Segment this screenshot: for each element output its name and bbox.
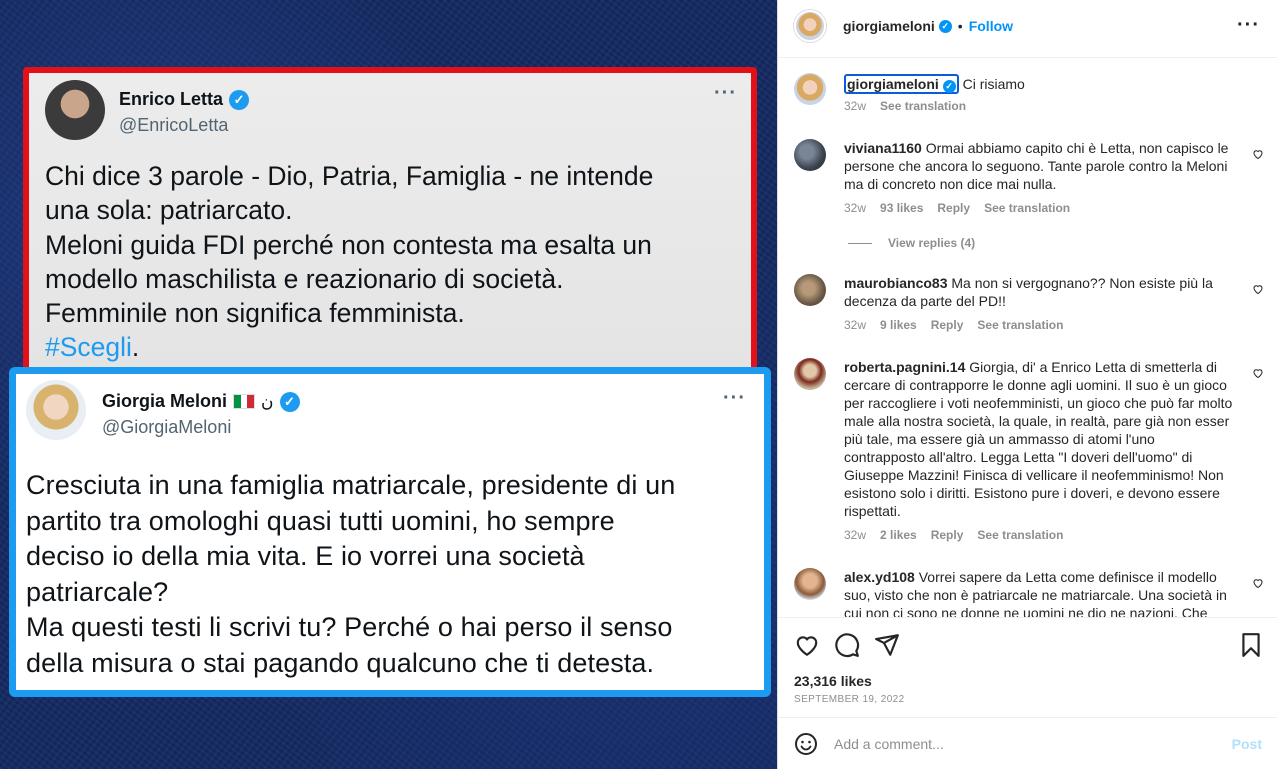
letta-avatar — [45, 80, 105, 140]
author-username[interactable]: giorgiameloni — [843, 18, 935, 34]
more-options-icon: ··· — [723, 387, 746, 409]
comment-item: viviana1160 Ormai abbiamo capito chi è L… — [778, 139, 1277, 250]
like-comment-heart-icon[interactable] — [1252, 148, 1264, 160]
see-translation-link[interactable]: See translation — [984, 201, 1070, 215]
separator-dot: • — [957, 18, 963, 34]
tweet-line: Meloni guida FDI perché non contesta ma … — [45, 229, 652, 260]
view-replies-button[interactable]: View replies (4) — [848, 236, 975, 250]
post-image: Enrico Letta ✓ @EnricoLetta ··· Chi dice… — [0, 0, 777, 769]
comment-text: roberta.pagnini.14 Giorgia, di' a Enrico… — [844, 359, 1233, 519]
commenter-avatar[interactable] — [794, 274, 826, 306]
verified-badge-icon: ✓ — [938, 19, 952, 33]
save-bookmark-icon[interactable] — [1238, 632, 1264, 658]
verified-badge-icon: ✓ — [279, 391, 300, 412]
comment-likes[interactable]: 93 likes — [880, 201, 923, 215]
emoji-icon[interactable] — [794, 732, 818, 756]
tweet-body: Cresciuta in una famiglia matriarcale, p… — [26, 468, 766, 681]
tweet-line: Chi dice 3 parole - Dio, Patria, Famigli… — [45, 161, 654, 191]
comment-meta: 32w 2 likes Reply See translation — [844, 528, 1063, 542]
tweet-author-handle: @GiorgiaMeloni — [102, 417, 232, 437]
see-translation-link[interactable]: See translation — [977, 528, 1063, 542]
like-comment-heart-icon[interactable] — [1252, 577, 1264, 589]
tweet-letta: Enrico Letta ✓ @EnricoLetta ··· Chi dice… — [23, 67, 757, 385]
tweet-line: partito tra omologhi quasi tutti uomini,… — [26, 505, 615, 536]
tweet-line: patriarcale? — [26, 576, 169, 607]
replies-line — [848, 242, 872, 244]
comment-text: alex.yd108 Vorrei sapere da Letta come d… — [844, 569, 1227, 617]
tweet-line: modello maschilista e reazionario di soc… — [45, 263, 564, 294]
comment-item: roberta.pagnini.14 Giorgia, di' a Enrico… — [778, 358, 1277, 548]
share-paper-plane-icon[interactable] — [874, 632, 900, 658]
commenter-avatar[interactable] — [794, 568, 826, 600]
comment-text: maurobianco83 Ma non si vergognano?? Non… — [844, 275, 1213, 309]
post-date: SEPTEMBER 19, 2022 — [794, 694, 905, 705]
post-sidebar: giorgiameloni ✓ • Follow ··· giorgiamelo… — [777, 0, 1277, 769]
comment-username[interactable]: maurobianco83 — [844, 275, 947, 291]
tweet-line: Ma questi testi li scrivi tu? Perché o h… — [26, 612, 673, 642]
tweet-line: deciso io della mia vita. E io vorrei un… — [26, 541, 585, 571]
likes-count[interactable]: 23,316 likes — [794, 673, 872, 689]
commenter-avatar[interactable] — [794, 139, 826, 171]
reply-button[interactable]: Reply — [931, 528, 964, 542]
comment-input[interactable] — [834, 732, 1204, 756]
hashtag: #Scegli — [45, 332, 132, 363]
caption: giorgiameloni ✓ Ci risiamo 32w See trans… — [778, 73, 1277, 133]
comment-item: alex.yd108 Vorrei sapere da Letta come d… — [778, 568, 1277, 617]
comment-text: viviana1160 Ormai abbiamo capito chi è L… — [844, 140, 1229, 192]
comment-time[interactable]: 32w — [844, 528, 866, 542]
comment-likes[interactable]: 9 likes — [880, 318, 917, 332]
tweet-line: una sola: patriarcato. — [45, 195, 293, 226]
more-options-icon[interactable]: ··· — [1237, 14, 1260, 37]
more-options-icon: ··· — [714, 82, 737, 104]
author-info: giorgiameloni ✓ • Follow — [843, 18, 1013, 34]
comment-time[interactable]: 32w — [844, 318, 866, 332]
comment-bubble-icon[interactable] — [834, 632, 860, 658]
verified-badge-icon: ✓ — [942, 80, 956, 93]
post-header: giorgiameloni ✓ • Follow ··· — [778, 0, 1277, 58]
like-comment-heart-icon[interactable] — [1252, 283, 1264, 295]
comment-username[interactable]: roberta.pagnini.14 — [844, 359, 965, 375]
tweet-body: Chi dice 3 parole - Dio, Patria, Famigli… — [45, 159, 745, 365]
italy-flag-icon — [233, 394, 256, 409]
tweet-author-handle: @EnricoLetta — [119, 115, 229, 135]
see-translation-link[interactable]: See translation — [880, 99, 966, 113]
post-comment-button[interactable]: Post — [1232, 736, 1262, 752]
name-extra-glyph: ن — [261, 391, 274, 411]
tweet-meloni: Giorgia Meloni ن ✓ @GiorgiaMeloni ··· Cr… — [9, 367, 771, 697]
comment-item: maurobianco83 Ma non si vergognano?? Non… — [778, 274, 1277, 334]
meloni-tweet-avatar — [26, 380, 86, 440]
comment-meta: 32w 93 likes Reply See translation — [844, 201, 1070, 215]
tweet-line: Femminile non significa femminista. — [45, 298, 465, 329]
comment-username[interactable]: alex.yd108 — [844, 569, 915, 585]
commenter-avatar[interactable] — [794, 358, 826, 390]
comment-meta: 32w 9 likes Reply See translation — [844, 318, 1063, 332]
caption-time[interactable]: 32w — [844, 99, 866, 113]
verified-badge-icon: ✓ — [229, 89, 250, 110]
author-avatar[interactable] — [794, 10, 826, 42]
caption-text: giorgiameloni ✓ Ci risiamo — [844, 74, 1234, 94]
tweet-author-name: Enrico Letta ✓ — [119, 89, 250, 110]
author-avatar[interactable] — [794, 73, 826, 105]
reply-button[interactable]: Reply — [937, 201, 970, 215]
comments-list[interactable]: giorgiameloni ✓ Ci risiamo 32w See trans… — [778, 59, 1277, 617]
comment-username[interactable]: viviana1160 — [844, 140, 922, 156]
like-heart-icon[interactable] — [794, 632, 820, 658]
see-translation-link[interactable]: See translation — [977, 318, 1063, 332]
follow-button[interactable]: Follow — [969, 18, 1013, 34]
comment-time[interactable]: 32w — [844, 201, 866, 215]
post-actions: 23,316 likes SEPTEMBER 19, 2022 — [778, 617, 1277, 717]
caption-username[interactable]: giorgiameloni ✓ — [844, 74, 959, 94]
tweet-line-hashtag: #Scegli. — [45, 332, 140, 363]
tweet-author-name: Giorgia Meloni ن ✓ — [102, 391, 300, 412]
comment-likes[interactable]: 2 likes — [880, 528, 917, 542]
like-comment-heart-icon[interactable] — [1252, 367, 1264, 379]
tweet-line: della misura o stai pagando qualcuno che… — [26, 647, 655, 678]
caption-meta: 32w See translation — [844, 99, 966, 113]
reply-button[interactable]: Reply — [931, 318, 964, 332]
add-comment-bar: Post — [778, 717, 1277, 769]
tweet-line: Cresciuta in una famiglia matriarcale, p… — [26, 470, 676, 500]
